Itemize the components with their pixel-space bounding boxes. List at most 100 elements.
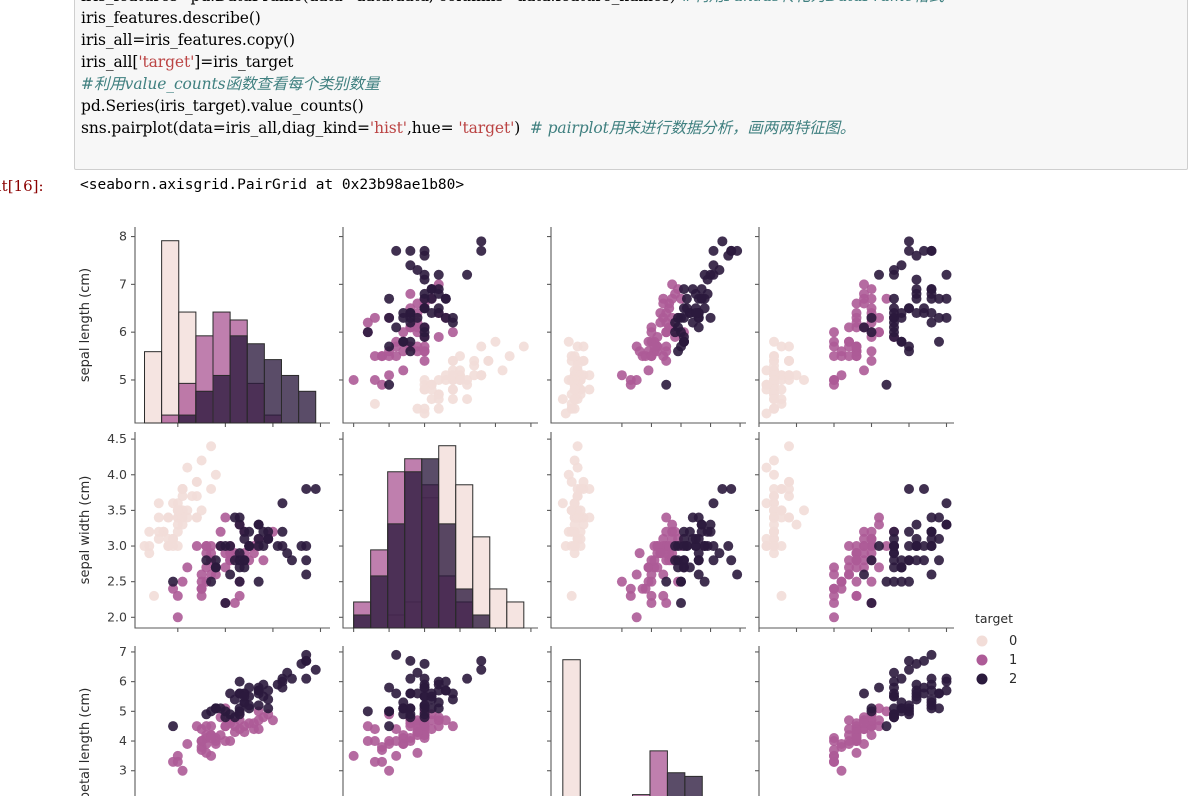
scatter-point: [904, 346, 914, 357]
scatter-point: [469, 360, 480, 371]
scatter-point: [844, 715, 854, 726]
scatter-point: [625, 374, 636, 385]
scatter-point: [859, 688, 869, 699]
scatter-point: [575, 505, 586, 516]
scatter-point: [348, 374, 359, 385]
scatter-point: [433, 394, 444, 405]
scatter-point: [687, 512, 698, 523]
code-cell-source[interactable]: iris_features=pd.DataFrame(data=data.dat…: [81, 0, 1187, 139]
scatter-point: [681, 303, 692, 314]
scatter-point: [419, 331, 430, 342]
legend-label: 0: [1009, 634, 1017, 649]
scatter-point: [572, 441, 583, 452]
scatter-point: [661, 576, 672, 587]
panel-r2-c1: 2.0 2.5 3.0 3.5 4.0 4.5 sepal width (cm): [78, 431, 330, 632]
scatter-point: [904, 303, 914, 314]
scatter-point: [866, 355, 877, 366]
hist-bar: [178, 414, 197, 424]
code-cell[interactable]: iris_features=pd.DataFrame(data=data.dat…: [74, 0, 1188, 170]
scatter-point: [476, 341, 487, 352]
y-tick-label: 3.0: [107, 538, 127, 553]
notebook-page: iris_features=pd.DataFrame(data=data.dat…: [0, 0, 1188, 796]
scatter-point: [244, 541, 255, 552]
scatter-point: [215, 526, 226, 537]
scatter-point: [769, 469, 779, 480]
scatter-point: [889, 293, 899, 304]
scatter-point: [462, 394, 473, 405]
y-axis-label: sepal length (cm): [78, 268, 93, 382]
scatter-point: [234, 590, 245, 601]
scatter-point: [369, 398, 380, 409]
panel-r3-c2: [339, 646, 487, 796]
scatter-point: [874, 269, 884, 280]
scatter-point: [874, 682, 884, 693]
hist-bar: [195, 390, 214, 424]
scatter-point: [676, 598, 686, 609]
scatter-point: [153, 512, 164, 523]
scatter-point: [866, 346, 877, 357]
hist-bar: [229, 335, 248, 424]
scatter-point: [182, 562, 193, 573]
scatter-point: [201, 709, 212, 720]
scatter-point: [646, 322, 657, 333]
scatter-point: [206, 750, 217, 761]
scatter-point: [637, 583, 648, 594]
scatter-point: [941, 673, 952, 684]
code-line-5: #利用value_counts函数查看每个类别数量: [81, 75, 380, 93]
scatter-point: [670, 541, 681, 552]
scatter-point: [225, 736, 236, 747]
y-tick-label: 5: [119, 372, 127, 387]
legend-swatch[interactable]: [976, 673, 988, 685]
scatter-point: [896, 576, 907, 587]
scatter-point: [206, 441, 217, 452]
scatter-point: [253, 685, 264, 696]
scatter-point: [904, 700, 914, 711]
scatter-point: [301, 673, 312, 684]
panel-r1-c3: [547, 227, 746, 427]
scatter-point: [405, 655, 416, 666]
panel-r3-c4: [755, 646, 952, 796]
scatter-point: [447, 384, 458, 395]
hist-bar: [144, 351, 163, 424]
scatter-point: [286, 555, 297, 566]
legend-swatch[interactable]: [976, 654, 988, 666]
scatter-point: [904, 526, 914, 537]
scatter-point: [301, 655, 312, 666]
scatter-point: [182, 739, 193, 749]
scatter-point: [229, 727, 240, 738]
scatter-point: [504, 351, 515, 362]
scatter-point: [829, 612, 839, 623]
scatter-point: [196, 744, 207, 755]
scatter-point: [253, 576, 264, 587]
scatter-point: [348, 750, 359, 761]
scatter-point: [182, 462, 193, 473]
scatter-point: [277, 682, 288, 693]
scatter-point: [566, 505, 577, 516]
hist-bar: [387, 523, 406, 629]
scatter-point: [941, 685, 952, 696]
y-tick-label: 4.0: [107, 467, 127, 482]
scatter-point: [566, 403, 577, 414]
scatter-point: [769, 455, 779, 466]
scatter-point: [419, 384, 430, 395]
scatter-point: [163, 512, 174, 523]
scatter-point: [634, 548, 645, 559]
scatter-point: [699, 269, 710, 280]
scatter-point: [433, 331, 444, 342]
scatter-point: [769, 374, 779, 385]
scatter-point: [829, 341, 839, 352]
scatter-point: [676, 576, 686, 587]
scatter-point: [440, 374, 451, 385]
code-line-3: iris_all=iris_features.copy(): [81, 31, 295, 49]
hist-bar: [489, 588, 508, 629]
scatter-point: [851, 555, 862, 566]
scatter-point: [911, 284, 922, 295]
scatter-point: [220, 598, 231, 609]
scatter-point: [646, 598, 657, 609]
scatter-point: [201, 555, 212, 566]
scatter-point: [926, 293, 937, 304]
scatter-point: [667, 293, 678, 304]
hist-bar: [212, 374, 231, 424]
legend-swatch[interactable]: [976, 635, 988, 647]
scatter-point: [301, 541, 312, 552]
